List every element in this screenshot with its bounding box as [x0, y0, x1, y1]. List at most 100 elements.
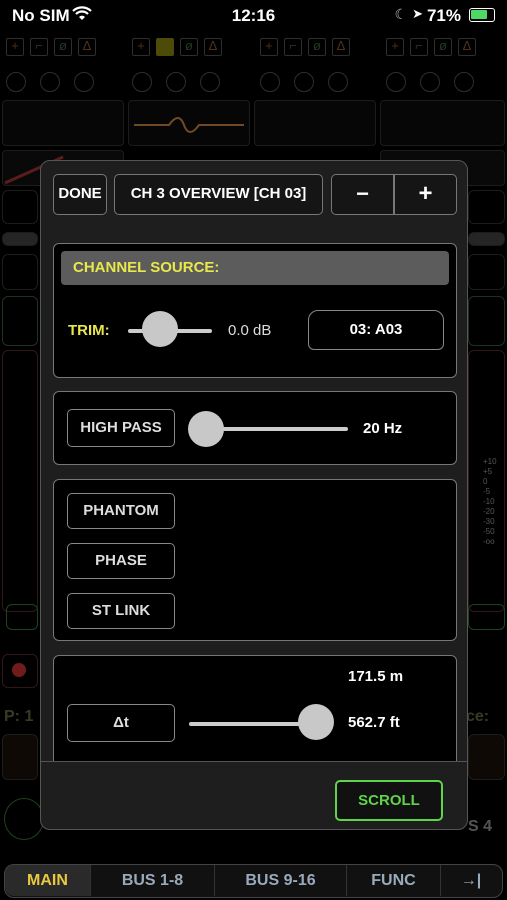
record-icon [12, 663, 26, 677]
high-pass-section: HIGH PASS 20 Hz [53, 391, 457, 465]
do-not-disturb-icon: ☾ [394, 6, 407, 22]
add-icon[interactable]: + [386, 38, 404, 56]
selector-circle[interactable] [132, 72, 152, 92]
done-button[interactable]: DONE [53, 174, 107, 215]
modal-content: DONE CH 3 OVERVIEW [CH 03] − + CHANNEL S… [41, 161, 469, 761]
phase-icon[interactable]: ø [54, 38, 72, 56]
eq-graph[interactable] [380, 100, 505, 146]
high-pass-value: 20 Hz [363, 420, 403, 437]
battery-percent: 71% [426, 6, 461, 25]
next-channel-button[interactable]: + [394, 174, 457, 215]
tab-func[interactable]: FUNC [347, 865, 441, 896]
channel-selectors [0, 68, 100, 98]
eq-graph[interactable] [254, 100, 376, 146]
strip-block[interactable] [2, 190, 38, 224]
delta-icon[interactable]: Δ [458, 38, 476, 56]
channel-overview-modal: DONE CH 3 OVERVIEW [CH 03] − + CHANNEL S… [40, 160, 468, 830]
level-meter [2, 734, 38, 780]
delta-icon[interactable]: Δ [78, 38, 96, 56]
delay-meters: 171.5 m [348, 668, 404, 685]
strip-block[interactable] [468, 190, 505, 224]
selector-circle[interactable] [166, 72, 186, 92]
selector-circle[interactable] [420, 72, 440, 92]
fader-area[interactable]: +10 +5 0 -5 -10 -20 -30 -50 -oo [468, 350, 505, 612]
eq-curve-icon [134, 117, 244, 133]
previous-channel-button[interactable]: − [331, 174, 394, 215]
tab-bus-1-8[interactable]: BUS 1-8 [91, 865, 215, 896]
eq-graph[interactable] [128, 100, 250, 146]
selector-circle[interactable] [386, 72, 406, 92]
wifi-status-icon[interactable] [4, 798, 44, 840]
filter-icon[interactable]: ⌐ [30, 38, 48, 56]
high-pass-button[interactable]: HIGH PASS [67, 409, 175, 447]
strip-block[interactable] [2, 254, 38, 290]
pan-bar[interactable] [468, 232, 505, 246]
pan-bar[interactable] [2, 232, 38, 246]
high-pass-slider-thumb[interactable] [188, 411, 224, 447]
selector-circle[interactable] [260, 72, 280, 92]
delta-icon[interactable]: Δ [332, 38, 350, 56]
right-bus-label: S 4 [468, 818, 493, 835]
status-bar: No SIM 12:16 ☾ ➤ 71% [0, 0, 507, 32]
selector-circle[interactable] [200, 72, 220, 92]
channel-strip-buttons: + ⌐ ø Δ [0, 34, 102, 64]
left-edge-label: P: 1 [4, 708, 34, 725]
level-meter [468, 734, 505, 780]
delay-button[interactable]: Δt [67, 704, 175, 742]
channel-selectors [126, 68, 226, 98]
trim-label: TRIM: [68, 322, 110, 339]
filter-icon[interactable]: ⌐ [284, 38, 302, 56]
add-icon[interactable]: + [6, 38, 24, 56]
modal-divider [41, 761, 467, 762]
channel-strip-buttons: + ø Δ [126, 34, 228, 64]
channel-title[interactable]: CH 3 OVERVIEW [CH 03] [114, 174, 323, 215]
channel-source-heading[interactable]: CHANNEL SOURCE: [61, 251, 449, 285]
selector-circle[interactable] [328, 72, 348, 92]
phase-icon[interactable]: ø [434, 38, 452, 56]
filter-icon[interactable]: ⌐ [410, 38, 428, 56]
channel-strip-buttons: + ⌐ ø Δ [380, 34, 482, 64]
selector-circle[interactable] [294, 72, 314, 92]
bottom-tab-bar: MAIN BUS 1-8 BUS 9-16 FUNC →| [4, 864, 503, 898]
delta-icon[interactable]: Δ [204, 38, 222, 56]
stereo-link-button[interactable]: ST LINK [67, 593, 175, 629]
delay-feet: 562.7 ft [348, 714, 400, 731]
tab-bus-9-16[interactable]: BUS 9-16 [215, 865, 347, 896]
selector-circle[interactable] [454, 72, 474, 92]
add-icon[interactable]: + [132, 38, 150, 56]
fader-area[interactable] [2, 350, 38, 612]
strip-block[interactable] [468, 254, 505, 290]
mute-button[interactable] [6, 604, 38, 630]
trim-slider-thumb[interactable] [142, 311, 178, 347]
channel-selectors [254, 68, 354, 98]
add-icon[interactable]: + [260, 38, 278, 56]
input-source-selector[interactable]: 03: A03 [308, 310, 444, 350]
channel-number-block[interactable] [2, 296, 38, 346]
filter-icon[interactable] [156, 38, 174, 56]
location-icon: ➤ [412, 6, 423, 21]
scroll-button[interactable]: SCROLL [335, 780, 443, 821]
selector-circle[interactable] [6, 72, 26, 92]
channel-source-section: CHANNEL SOURCE: TRIM: 0.0 dB 03: A03 [53, 243, 457, 378]
channel-number-block[interactable] [468, 296, 505, 346]
phantom-button[interactable]: PHANTOM [67, 493, 175, 529]
record-button[interactable] [2, 654, 38, 688]
selector-circle[interactable] [74, 72, 94, 92]
right-edge-label: ce: [466, 708, 490, 725]
channel-strip-buttons: + ⌐ ø Δ [254, 34, 356, 64]
delay-slider-thumb[interactable] [298, 704, 334, 740]
meter-scale: +10 +5 0 -5 -10 -20 -30 -50 -oo [483, 457, 497, 546]
high-pass-slider-track[interactable] [204, 427, 348, 431]
phase-icon[interactable]: ø [308, 38, 326, 56]
phase-icon[interactable]: ø [180, 38, 198, 56]
channel-selectors [380, 68, 480, 98]
delay-section: 171.5 m Δt 562.7 ft [53, 655, 457, 761]
eq-graph[interactable] [2, 100, 124, 146]
phase-button[interactable]: PHASE [67, 543, 175, 579]
mute-button[interactable] [468, 604, 505, 630]
input-options-section: PHANTOM PHASE ST LINK [53, 479, 457, 641]
tab-end-icon[interactable]: →| [441, 865, 501, 896]
selector-circle[interactable] [40, 72, 60, 92]
tab-main[interactable]: MAIN [5, 865, 91, 896]
trim-value: 0.0 dB [228, 322, 272, 339]
